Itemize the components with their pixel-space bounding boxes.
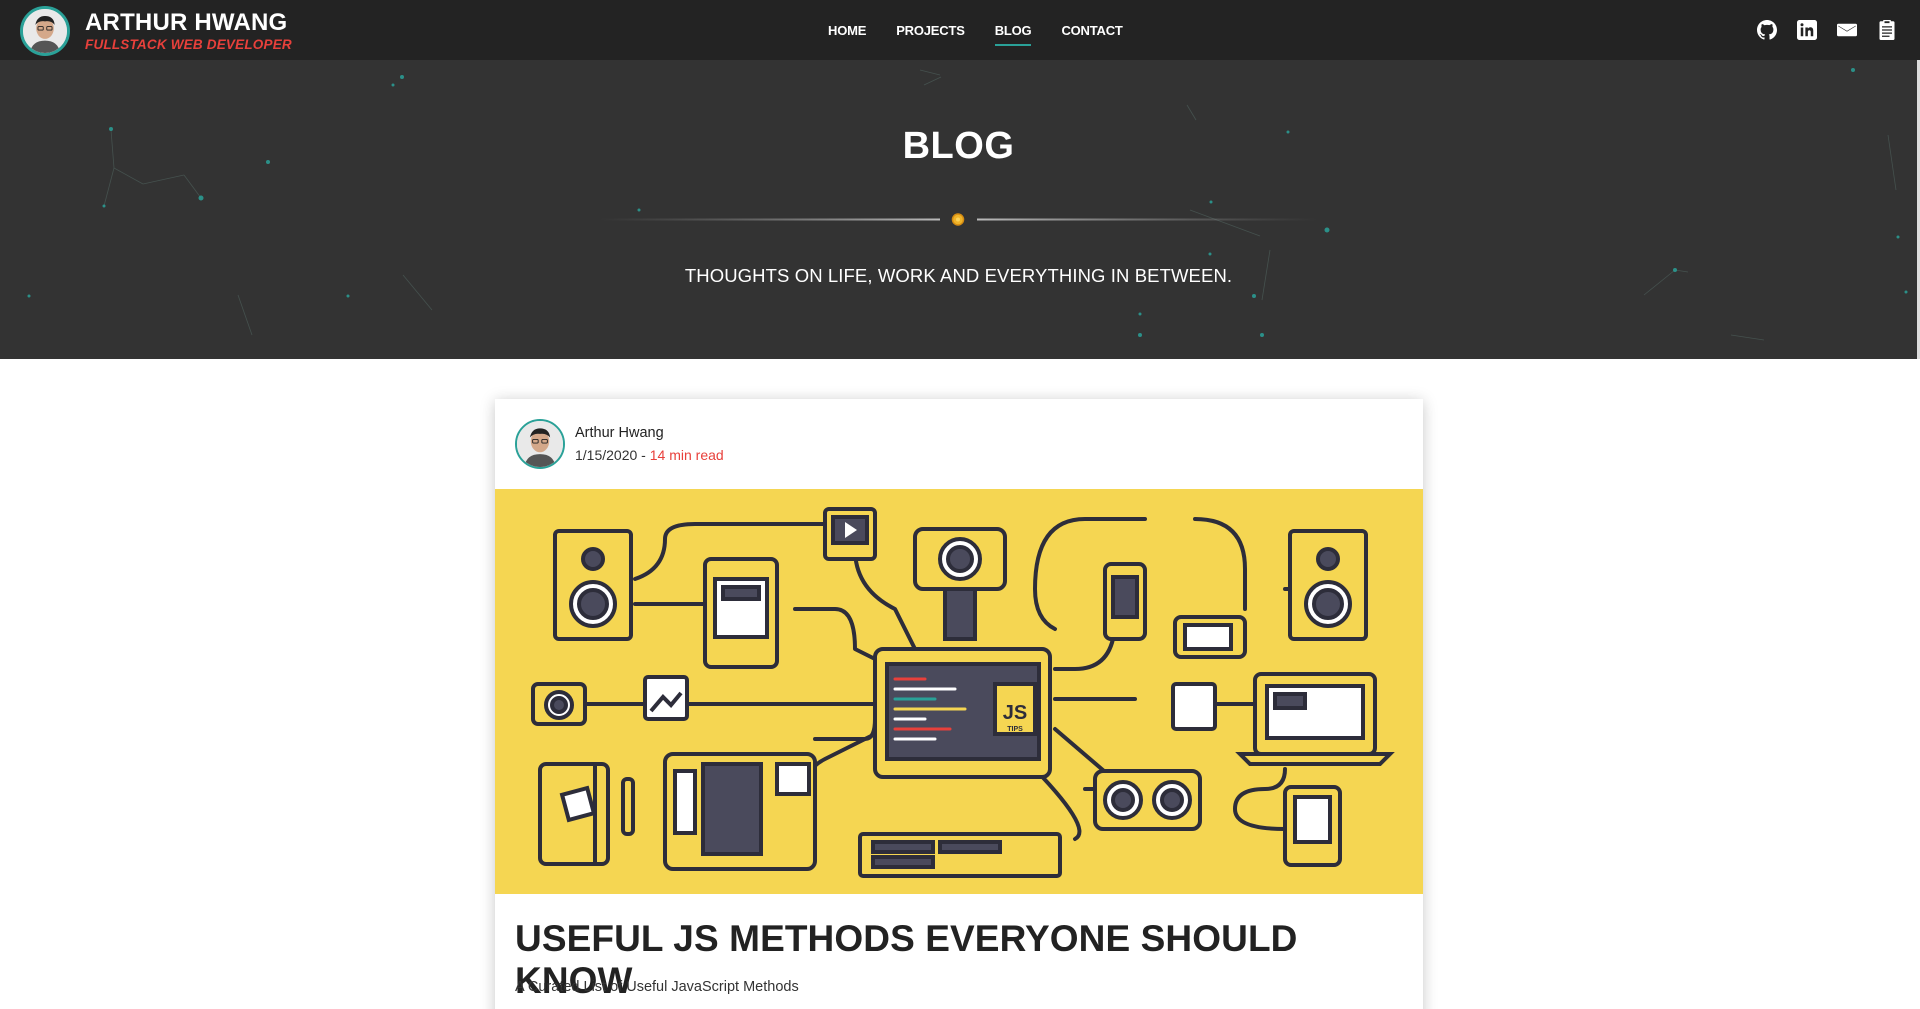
post-description: A Curated List of Useful JavaScript Meth…: [515, 979, 799, 995]
nav-home[interactable]: HOME: [828, 23, 866, 38]
js-devices-illustration: JS TIPS: [495, 489, 1423, 894]
avatar: [20, 6, 70, 56]
github-icon[interactable]: [1756, 19, 1778, 41]
resume-icon[interactable]: [1876, 19, 1898, 41]
js-badge-subtext: TIPS: [1007, 726, 1023, 733]
js-badge-text: JS: [1003, 702, 1027, 724]
meta-separator: -: [637, 447, 650, 463]
post-date: 1/15/2020: [575, 447, 638, 463]
nav-projects[interactable]: PROJECTS: [896, 23, 965, 38]
brand-name: ARTHUR HWANG: [85, 8, 288, 36]
main-nav: HOME PROJECTS BLOG CONTACT: [828, 0, 1153, 60]
blog-post-card[interactable]: Arthur Hwang 1/15/2020 - 14 min read JS …: [495, 399, 1423, 1009]
hero-banner: BLOG THOUGHTS ON LIFE, WORK AND EVERYTHI…: [0, 60, 1917, 359]
title-divider: [600, 213, 1317, 226]
read-time: 14 min read: [649, 447, 724, 463]
author-name: Arthur Hwang: [575, 425, 664, 441]
navbar: ARTHUR HWANG FULLSTACK WEB DEVELOPER HOM…: [0, 0, 1920, 60]
author-avatar: [515, 419, 565, 469]
page-subtitle: THOUGHTS ON LIFE, WORK AND EVERYTHING IN…: [684, 265, 1233, 286]
linkedin-icon[interactable]: [1796, 19, 1818, 41]
post-header: Arthur Hwang 1/15/2020 - 14 min read: [515, 419, 724, 469]
nav-contact[interactable]: CONTACT: [1061, 23, 1122, 38]
post-cover-image[interactable]: JS TIPS: [495, 489, 1423, 894]
post-meta: 1/15/2020 - 14 min read: [575, 447, 724, 463]
page-title: BLOG: [902, 125, 1015, 167]
brand-tagline: FULLSTACK WEB DEVELOPER: [85, 36, 292, 52]
nav-blog[interactable]: BLOG: [994, 23, 1032, 46]
mail-icon[interactable]: [1836, 19, 1858, 41]
brand[interactable]: ARTHUR HWANG FULLSTACK WEB DEVELOPER: [20, 6, 292, 56]
social-icons: [1738, 0, 1898, 60]
